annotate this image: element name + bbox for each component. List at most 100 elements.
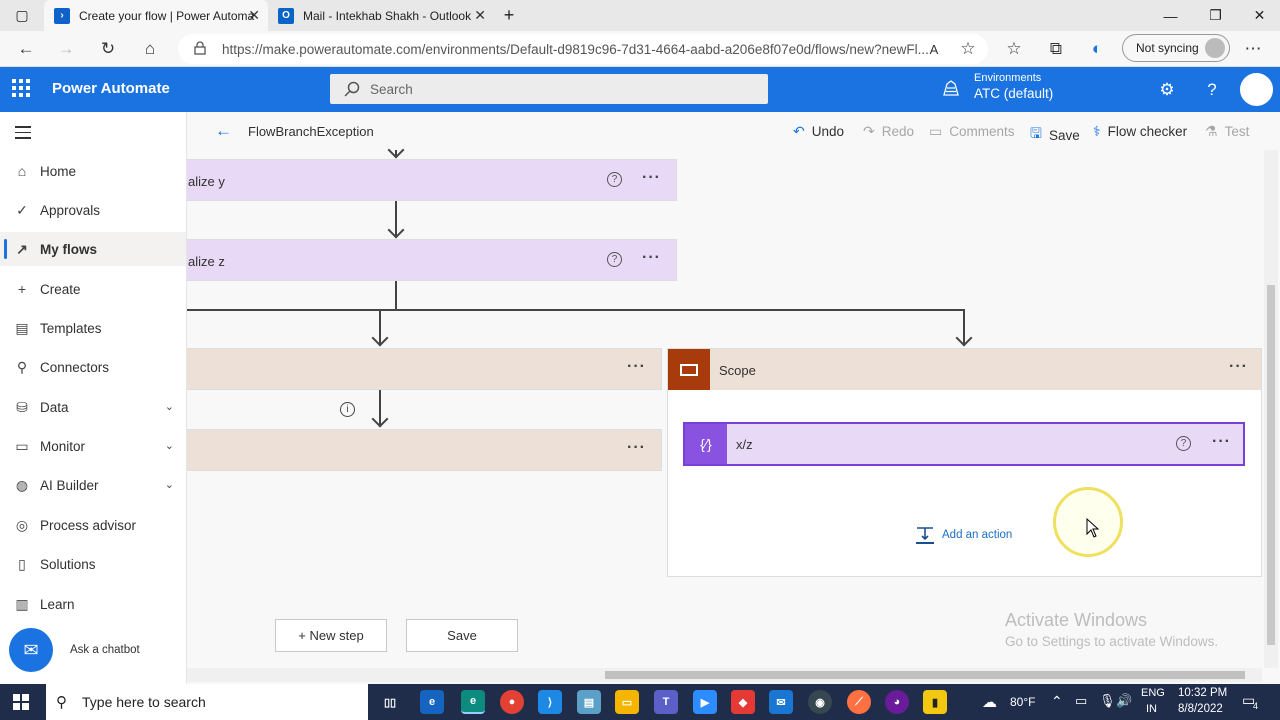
left-branch-card[interactable]: ··· xyxy=(187,348,662,390)
search-input[interactable]: Search xyxy=(330,74,768,104)
more-options-icon[interactable]: ⋯ xyxy=(1239,35,1267,63)
settings-gear-icon[interactable]: ⚙ xyxy=(1156,79,1178,101)
undo-button[interactable]: ↶ Undo xyxy=(793,123,844,140)
close-tab-icon[interactable]: ✕ xyxy=(474,7,486,24)
forward-icon[interactable]: → xyxy=(52,35,80,63)
close-window-icon[interactable]: ✕ xyxy=(1237,0,1280,31)
user-avatar[interactable] xyxy=(1240,73,1273,106)
save-button[interactable]: Save xyxy=(406,619,518,652)
vertical-scroll-thumb[interactable] xyxy=(1267,285,1275,645)
postman-icon[interactable]: ⟋ xyxy=(847,690,871,714)
notepad-icon[interactable]: ▤ xyxy=(577,690,601,714)
show-hidden-icons-icon[interactable]: ⌃ xyxy=(1051,693,1063,710)
close-tab-icon[interactable]: ✕ xyxy=(248,7,260,24)
left-branch-card-2[interactable]: ··· xyxy=(187,429,662,471)
collapse-nav-icon[interactable] xyxy=(15,126,31,143)
nav-item-label: Solutions xyxy=(40,556,96,572)
region-indicator[interactable]: IN xyxy=(1146,703,1157,715)
back-icon[interactable]: ← xyxy=(12,35,40,63)
edge-extension-icon[interactable]: ◐ xyxy=(1083,35,1111,63)
nav-item-solutions[interactable]: ▯ Solutions xyxy=(0,547,186,581)
edge-icon[interactable]: e xyxy=(461,690,485,714)
more-options-icon[interactable]: ··· xyxy=(627,439,646,457)
horizontal-scrollbar[interactable] xyxy=(187,668,1262,682)
tab-actions-icon[interactable]: ▢ xyxy=(0,0,44,31)
help-icon[interactable]: ? xyxy=(607,172,622,187)
microphone-icon[interactable]: 🎙 xyxy=(1099,693,1116,709)
chrome-icon[interactable]: ● xyxy=(500,690,524,714)
profile-sync-button[interactable]: Not syncing xyxy=(1122,34,1230,62)
mail-icon[interactable]: ✉ xyxy=(769,690,793,714)
redo-button[interactable]: ↷ Redo xyxy=(863,123,914,140)
windows-start-icon[interactable] xyxy=(13,694,29,710)
more-options-icon[interactable]: ··· xyxy=(642,249,661,267)
nav-item-connectors[interactable]: ⚲ Connectors xyxy=(0,350,186,384)
nav-item-ai-builder[interactable]: ◍ AI Builder ⌄ xyxy=(0,468,186,502)
taskbar-search-input[interactable]: ⚲ Type here to search xyxy=(46,684,368,720)
more-options-icon[interactable]: ··· xyxy=(627,358,646,376)
nav-item-home[interactable]: ⌂ Home xyxy=(0,154,186,188)
tab-outlook[interactable]: O Mail - Intekhab Shakh - Outlook ✕ xyxy=(268,0,494,31)
more-options-icon[interactable]: ··· xyxy=(642,169,661,187)
comments-button[interactable]: ▭ Comments xyxy=(929,123,1015,140)
flow-checker-button[interactable]: ⚕ Flow checker xyxy=(1093,123,1187,140)
info-icon[interactable]: i xyxy=(340,402,355,417)
help-icon[interactable]: ? xyxy=(1176,436,1191,451)
network-icon[interactable]: ▭ xyxy=(1075,693,1087,709)
nav-item-data[interactable]: ⛁ Data ⌄ xyxy=(0,390,186,424)
app-title[interactable]: Power Automate xyxy=(52,80,170,97)
clock-date[interactable]: 8/8/2022 xyxy=(1178,703,1223,715)
clock-time[interactable]: 10:32 PM xyxy=(1178,687,1227,699)
back-arrow-icon[interactable]: ← xyxy=(215,121,232,141)
flow-name[interactable]: FlowBranchException xyxy=(248,124,374,139)
tab-create-flow[interactable]: › Create your flow | Power Automa ✕ xyxy=(44,0,268,31)
nav-item-approvals[interactable]: ✓ Approvals xyxy=(0,193,186,227)
app-launcher-icon[interactable] xyxy=(12,79,32,99)
weather-temp[interactable]: 80°F xyxy=(1010,695,1035,709)
help-icon[interactable]: ? xyxy=(607,252,622,267)
zoom-icon[interactable]: ▶ xyxy=(693,690,717,714)
task-view-icon[interactable]: ▯▯ xyxy=(378,690,402,714)
collections-icon[interactable]: ⧉ xyxy=(1042,35,1070,63)
nav-item-templates[interactable]: ▤ Templates xyxy=(0,311,186,345)
file-explorer-icon[interactable]: ▭ xyxy=(615,690,639,714)
nav-item-my-flows[interactable]: ↗ My flows xyxy=(0,232,186,266)
obs-icon[interactable]: ◉ xyxy=(808,690,832,714)
weather-icon[interactable]: ☁ xyxy=(982,693,997,711)
nav-item-process-advisor[interactable]: ◎ Process advisor xyxy=(0,508,186,542)
test-button[interactable]: ⚗ Test xyxy=(1205,123,1249,140)
power-bi-icon[interactable]: ▮ xyxy=(923,690,947,714)
save-command-button[interactable]: 🖫 Save xyxy=(1030,123,1080,147)
action-card-initialize-z[interactable]: alize z ? ··· xyxy=(187,239,677,281)
nav-item-monitor[interactable]: ▭ Monitor ⌄ xyxy=(0,429,186,463)
horizontal-scroll-thumb[interactable] xyxy=(605,671,1245,679)
more-options-icon[interactable]: ··· xyxy=(1229,358,1248,376)
help-icon[interactable]: ? xyxy=(1201,79,1223,101)
nav-item-create[interactable]: + Create xyxy=(0,272,186,306)
add-favorite-icon[interactable]: ☆ xyxy=(954,35,982,63)
refresh-icon[interactable]: ↻ xyxy=(94,35,122,63)
ie-icon[interactable]: e xyxy=(420,690,444,714)
language-indicator[interactable]: ENG xyxy=(1141,687,1165,699)
chatbot-button[interactable]: ✉ xyxy=(9,628,53,672)
minimize-icon[interactable]: — xyxy=(1148,0,1193,31)
home-browser-icon[interactable]: ⌂ xyxy=(136,35,164,63)
teams-icon[interactable]: T xyxy=(654,690,678,714)
url-field[interactable]: https://make.powerautomate.com/environme… xyxy=(178,34,988,64)
vertical-scrollbar[interactable] xyxy=(1264,150,1278,668)
action-card-initialize-y[interactable]: alize y ? ··· xyxy=(187,159,677,201)
maximize-icon[interactable]: ❐ xyxy=(1193,0,1238,31)
nav-item-learn[interactable]: ▥ Learn xyxy=(0,587,186,621)
vscode-icon[interactable]: ⟩ xyxy=(538,690,562,714)
new-tab-icon[interactable]: + xyxy=(494,0,524,31)
new-step-button[interactable]: + New step xyxy=(275,619,387,652)
read-aloud-icon[interactable]: A xyxy=(920,35,948,63)
volume-icon[interactable]: 🔊 xyxy=(1116,693,1132,709)
anydesk-icon[interactable]: ◆ xyxy=(731,690,755,714)
github-icon[interactable]: ◕ xyxy=(885,690,909,714)
more-options-icon[interactable]: ··· xyxy=(1212,433,1231,451)
scope-header[interactable]: Scope ··· xyxy=(668,349,1261,390)
favorites-icon[interactable]: ☆ xyxy=(1000,35,1028,63)
add-an-action-button[interactable]: Add an action xyxy=(916,526,1012,544)
action-card-xz[interactable]: {⁄} x/z ? ··· xyxy=(683,422,1245,466)
